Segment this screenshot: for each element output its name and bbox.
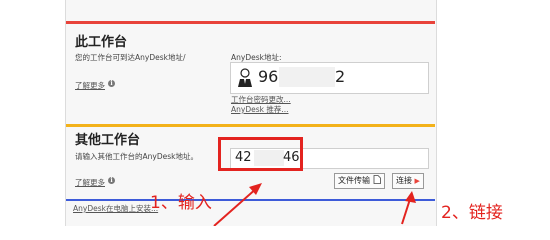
step1-annotation: 1、输入 (150, 193, 212, 213)
arrow-to-connect (401, 191, 416, 225)
annotation-arrows (213, 183, 416, 226)
arrow-to-input (213, 183, 262, 226)
step2-annotation: 2、链接 (441, 203, 503, 223)
